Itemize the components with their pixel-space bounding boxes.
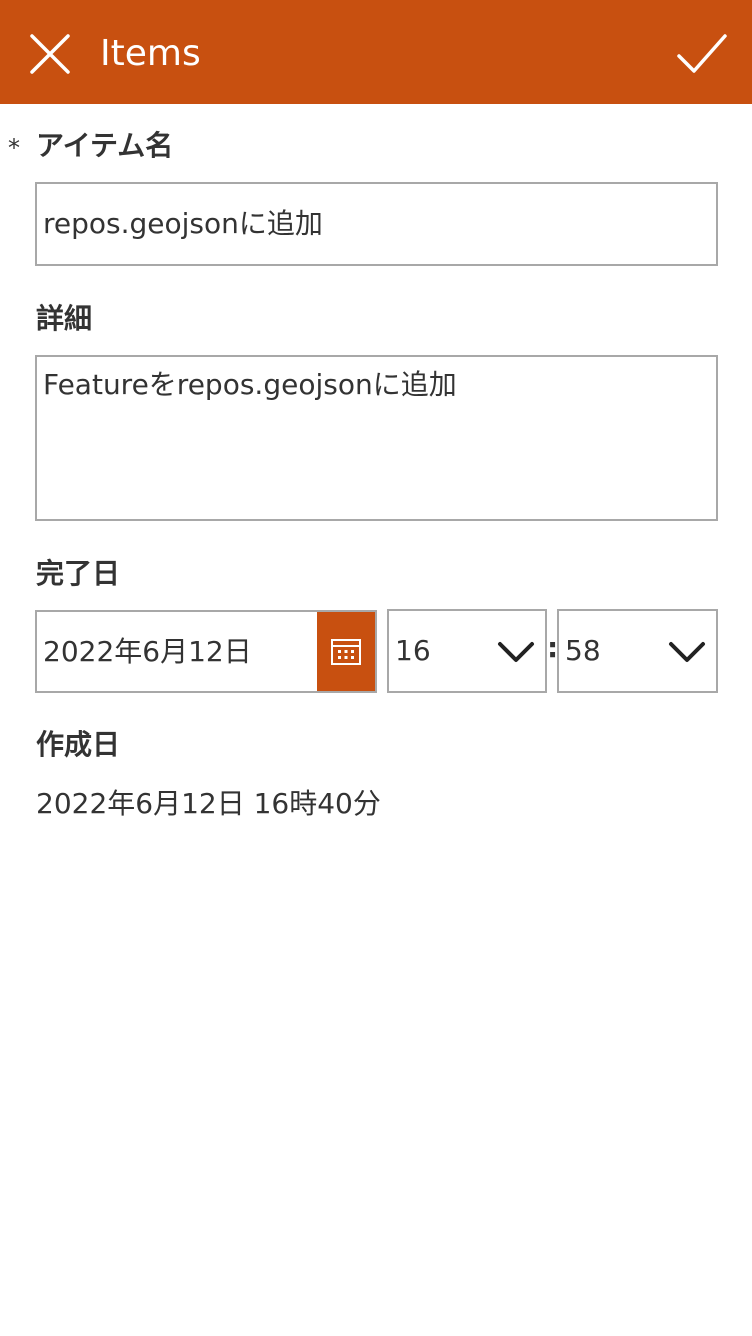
due-date-input[interactable]: 2022年6月12日 [35, 610, 377, 693]
created-date-label: 作成日 [36, 728, 121, 761]
page-title: Items [100, 33, 201, 74]
minute-value: 58 [565, 634, 601, 667]
created-date-value: 2022年6月12日 16時40分 [36, 787, 381, 820]
item-name-input[interactable]: repos.geojsonに追加 [35, 182, 718, 266]
hour-value: 16 [395, 634, 431, 667]
close-button[interactable] [24, 28, 76, 80]
edit-form-screen: Items * アイテム名 repos.geojsonに追加 詳細 Featur… [0, 0, 752, 1336]
checkmark-icon [677, 34, 727, 73]
save-button[interactable] [670, 24, 734, 84]
chevron-down-icon [498, 642, 534, 662]
required-indicator: * [8, 134, 20, 162]
header-bar: Items [0, 0, 752, 104]
close-icon [30, 34, 70, 74]
details-label: 詳細 [36, 302, 93, 335]
details-textarea[interactable]: Featureをrepos.geojsonに追加 [35, 355, 718, 521]
due-date-label: 完了日 [36, 557, 121, 590]
hour-dropdown[interactable]: 16 [387, 609, 547, 693]
calendar-icon [331, 638, 361, 665]
due-date-value: 2022年6月12日 [43, 635, 252, 668]
item-name-label: アイテム名 [36, 129, 174, 162]
calendar-button[interactable] [317, 612, 375, 691]
time-separator: : [547, 631, 559, 664]
chevron-down-icon [669, 642, 705, 662]
minute-dropdown[interactable]: 58 [557, 609, 718, 693]
